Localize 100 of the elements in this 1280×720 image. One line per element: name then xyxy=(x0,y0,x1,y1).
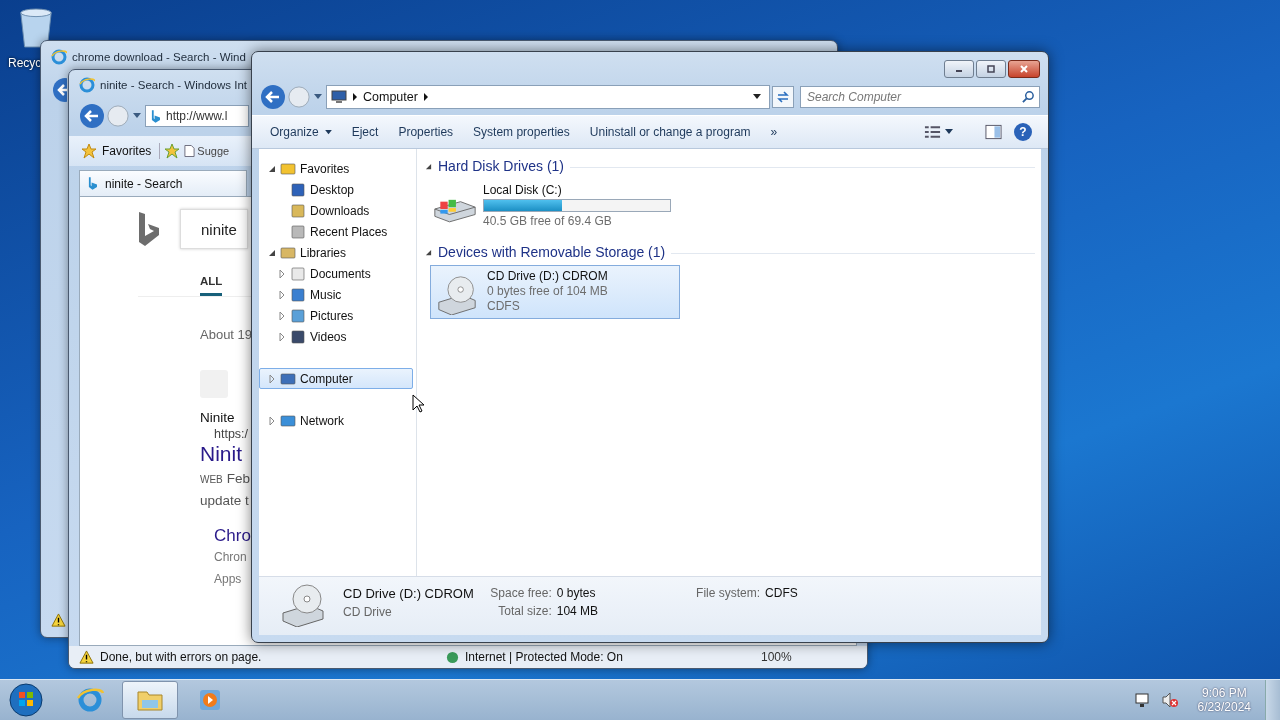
back-arrow-icon[interactable] xyxy=(52,77,67,103)
drive-tile[interactable]: Local Disk (C:) 40.5 GB free of 69.4 GB xyxy=(430,179,680,233)
add-favorite-icon[interactable] xyxy=(164,143,181,159)
restore-icon xyxy=(986,65,996,73)
item-name: CD Drive (D:) CDROM xyxy=(343,586,474,601)
toolbar-button[interactable]: Uninstall or change a program xyxy=(581,121,759,143)
drive-tile[interactable]: CD Drive (D:) CDROM 0 bytes free of 104 MB CDFS xyxy=(430,265,680,319)
tree-item[interactable]: Libraries xyxy=(259,242,413,263)
suggested-sites-button[interactable]: Sugge xyxy=(184,144,230,158)
star-icon xyxy=(81,143,97,159)
page-icon xyxy=(184,144,196,158)
expand-arrow-icon[interactable] xyxy=(278,311,286,320)
result-count: About 19 xyxy=(200,327,253,342)
drive-free-space: 40.5 GB free of 69.4 GB xyxy=(483,214,612,228)
drive-name: CD Drive (D:) CDROM xyxy=(487,269,608,283)
toolbar-button[interactable]: Organize xyxy=(262,121,340,143)
result-snippet: Chron xyxy=(214,549,248,566)
help-button[interactable]: ? xyxy=(1014,123,1032,141)
caret-icon[interactable] xyxy=(945,129,953,135)
tree-item[interactable]: Documents xyxy=(259,263,380,284)
toolbar-button[interactable]: Properties xyxy=(390,121,462,143)
window-title: chrome download - Search - Wind xyxy=(72,51,246,63)
bing-logo-icon xyxy=(88,177,97,190)
chevron-icon[interactable] xyxy=(353,93,357,101)
collapse-arrow-icon[interactable] xyxy=(425,162,432,170)
result-snippet: Apps xyxy=(214,571,243,588)
toolbar-button[interactable]: Eject xyxy=(343,121,387,143)
collapse-arrow-icon[interactable] xyxy=(425,248,432,256)
expand-arrow-icon[interactable] xyxy=(278,269,286,278)
more-button[interactable]: » xyxy=(762,121,786,143)
address-field[interactable]: http://www.l xyxy=(145,105,249,127)
tree-item[interactable]: Videos xyxy=(259,326,356,347)
search-field[interactable]: ninite xyxy=(180,209,248,249)
view-options-icon[interactable] xyxy=(924,124,941,140)
close-icon xyxy=(1019,65,1029,73)
chevron-icon[interactable] xyxy=(423,93,428,101)
result-url[interactable]: https:/ xyxy=(214,427,249,441)
tree-item[interactable]: Downloads xyxy=(259,200,379,221)
browser-logo-icon xyxy=(51,49,67,65)
result-title-link[interactable]: Ninit xyxy=(200,442,242,466)
tree-item[interactable]: Pictures xyxy=(259,305,363,326)
minimize-button[interactable] xyxy=(944,60,974,78)
search-icon[interactable] xyxy=(1022,90,1035,103)
status-text: Done, but with errors on page. xyxy=(100,650,263,664)
item-type: CD Drive xyxy=(343,605,393,619)
expand-arrow-icon[interactable] xyxy=(278,332,286,341)
desktop-icon-label[interactable]: Recyc xyxy=(8,56,42,70)
drive-free-space: 0 bytes free of 104 MB xyxy=(487,284,608,298)
expand-arrow-icon[interactable] xyxy=(268,374,276,383)
cd-drive-icon xyxy=(279,583,327,627)
group-header[interactable]: Hard Disk Drives (1) xyxy=(438,158,564,174)
result-type-label: WEB xyxy=(200,473,223,485)
window-title: ninite - Search - Windows Int xyxy=(100,79,247,91)
tree-item[interactable]: Computer xyxy=(259,368,413,389)
site-name: Ninite xyxy=(200,410,235,425)
restore-button[interactable] xyxy=(976,60,1006,78)
recycle-bin-icon[interactable] xyxy=(17,6,55,50)
close-button[interactable] xyxy=(1008,60,1040,78)
taskbar-button[interactable] xyxy=(122,681,178,719)
property-label: Space free: xyxy=(489,586,552,600)
tree-item[interactable]: Recent Places xyxy=(259,221,397,242)
scope-tab[interactable]: ALL xyxy=(200,275,223,296)
result-title-link[interactable]: Chro xyxy=(214,526,251,546)
zoom-level[interactable]: 100% xyxy=(761,650,792,664)
preview-pane-icon[interactable] xyxy=(985,124,1002,140)
tree-item[interactable]: Network xyxy=(259,410,413,431)
mouse-pointer-icon xyxy=(412,394,424,413)
result-snippet: Feb xyxy=(226,470,251,488)
file-system-label: CDFS xyxy=(487,299,520,313)
tree-item[interactable]: Favorites xyxy=(259,158,413,179)
browser-logo-icon xyxy=(79,77,95,93)
bing-logo-icon xyxy=(151,109,160,123)
result-snippet: update t xyxy=(200,492,249,510)
tree-item[interactable]: Desktop xyxy=(259,179,364,200)
group-header[interactable]: Devices with Removable Storage (1) xyxy=(438,244,666,260)
breadcrumb-item[interactable]: Computer xyxy=(363,90,418,104)
property-label: Total size: xyxy=(497,604,552,618)
toolbar-button[interactable]: System properties xyxy=(465,121,578,143)
warning-icon xyxy=(51,613,66,628)
browser-tab[interactable]: ninite - Search xyxy=(79,170,247,196)
search-field[interactable]: Search Computer xyxy=(800,86,1040,108)
expand-arrow-icon[interactable] xyxy=(278,290,286,299)
property-value: CDFS xyxy=(765,586,798,600)
caret-icon[interactable] xyxy=(753,94,761,100)
address-bar[interactable]: Computer xyxy=(326,85,770,109)
property-label: File system: xyxy=(695,586,761,600)
expand-arrow-icon[interactable] xyxy=(268,416,276,425)
security-zone-text: Internet | Protected Mode: On xyxy=(465,650,624,664)
refresh-icon[interactable] xyxy=(772,86,794,108)
bing-logo-icon[interactable] xyxy=(138,212,160,246)
tree-item[interactable]: Music xyxy=(259,284,351,305)
browser-logo-icon xyxy=(76,686,104,714)
muted-speaker-icon[interactable] xyxy=(1160,691,1179,709)
collapse-arrow-icon[interactable] xyxy=(268,164,276,173)
favorites-button[interactable]: Favorites xyxy=(81,143,161,159)
start-button-icon[interactable] xyxy=(8,682,44,718)
collapse-arrow-icon[interactable] xyxy=(268,248,276,257)
property-value: 0 bytes xyxy=(556,586,596,600)
warning-icon xyxy=(79,649,94,665)
property-value: 104 MB xyxy=(556,604,599,618)
